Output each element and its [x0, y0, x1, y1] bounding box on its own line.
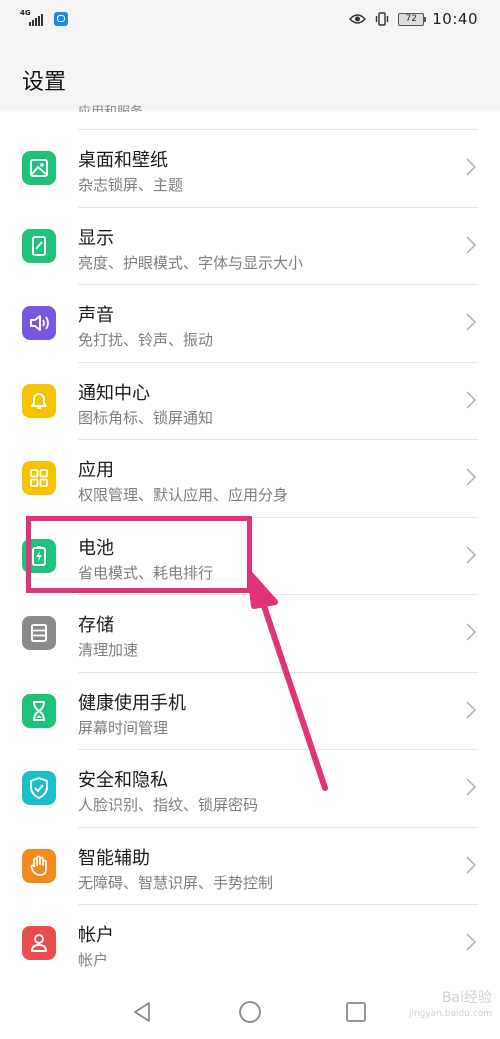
settings-item-security[interactable]: 安全和隐私 人脸识别、指纹、锁屏密码: [0, 750, 500, 828]
watermark-text: Bai经验: [441, 990, 492, 1006]
chevron-right-icon: [466, 855, 476, 874]
recent-apps-icon[interactable]: [345, 1001, 367, 1023]
item-label: 安全和隐私: [78, 770, 168, 791]
item-label: 声音: [78, 305, 114, 326]
battery-level-icon: 72: [398, 12, 427, 26]
item-label: 健康使用手机: [78, 692, 186, 714]
item-description: 免打扰、铃声、振动: [78, 331, 214, 349]
eye-comfort-icon: [349, 14, 367, 24]
chevron-right-icon: [466, 700, 476, 719]
wallpaper-icon: [22, 151, 56, 185]
item-description: 人脸识别、指纹、锁屏密码: [78, 796, 259, 814]
chevron-right-icon: [466, 933, 476, 951]
settings-item-smart-assistance[interactable]: 智能辅助 无障碍、智慧识屏、手势控制: [0, 828, 500, 905]
item-label: 通知中心: [78, 382, 150, 404]
item-description: 图标角标、锁屏通知: [78, 408, 214, 427]
hourglass-icon: [22, 693, 56, 728]
message-notification-icon: [54, 12, 68, 26]
apps-icon: [22, 461, 56, 495]
vibrate-icon: [376, 12, 389, 26]
item-description: 杂志锁屏、主题: [78, 176, 184, 194]
watermark-url: jingyan.baidu.com: [408, 1009, 492, 1019]
clock: 10:40: [432, 10, 478, 28]
settings-item-accounts[interactable]: 帐户 帐户: [0, 905, 500, 983]
watermark: Bai经验 jingyan.baidu.com: [409, 990, 492, 1022]
item-label: 应用: [78, 460, 114, 481]
storage-icon: [22, 616, 56, 650]
home-icon[interactable]: [238, 1000, 262, 1024]
account-icon: [22, 926, 56, 960]
item-description: 无障碍、智慧识屏、手势控制: [78, 873, 274, 892]
shield-icon: [22, 771, 56, 805]
settings-item-display[interactable]: 显示 亮度、护眼模式、字体与显示大小: [0, 208, 500, 285]
item-label: 显示: [78, 227, 114, 249]
cellular-signal-icon: 4G: [20, 10, 46, 28]
sound-icon: [22, 306, 56, 340]
chevron-right-icon: [466, 313, 476, 331]
item-description: 清理加速: [78, 641, 139, 659]
item-description: 屏幕时间管理: [78, 718, 169, 737]
item-description: 权限管理、默认应用、应用分身: [78, 486, 289, 504]
settings-item-sound[interactable]: 声音 免打扰、铃声、振动: [0, 285, 500, 363]
page-header: 设置: [0, 44, 500, 110]
page-title: 设置: [22, 70, 67, 95]
item-label: 帐户: [78, 925, 114, 946]
status-bar: 4G 72 10:40: [0, 0, 500, 44]
back-icon[interactable]: [130, 1000, 154, 1024]
settings-item-wallpaper[interactable]: 桌面和壁纸 杂志锁屏、主题: [0, 130, 500, 208]
chevron-right-icon: [466, 235, 476, 254]
chevron-right-icon: [466, 778, 476, 796]
chevron-right-icon: [466, 545, 476, 564]
item-description: 帐户: [78, 951, 109, 969]
settings-item-storage[interactable]: 存储 清理加速: [0, 595, 500, 673]
annotation-highlight-box: [26, 516, 252, 593]
chevron-right-icon: [466, 158, 476, 176]
item-description: 亮度、护眼模式、字体与显示大小: [78, 253, 304, 272]
item-label: 存储: [78, 615, 114, 636]
chevron-right-icon: [466, 468, 476, 486]
bell-icon: [22, 383, 56, 418]
settings-item-digital-balance[interactable]: 健康使用手机 屏幕时间管理: [0, 673, 500, 750]
item-label: 桌面和壁纸: [78, 150, 168, 171]
settings-item-notifications[interactable]: 通知中心 图标角标、锁屏通知: [0, 363, 500, 440]
item-label: 智能辅助: [78, 847, 150, 869]
chevron-right-icon: [466, 623, 476, 641]
partially-scrolled-item: 应用和服务: [78, 100, 143, 112]
display-icon: [22, 228, 56, 263]
chevron-right-icon: [466, 390, 476, 409]
settings-item-apps[interactable]: 应用 权限管理、默认应用、应用分身: [0, 440, 500, 518]
hand-icon: [22, 848, 56, 883]
